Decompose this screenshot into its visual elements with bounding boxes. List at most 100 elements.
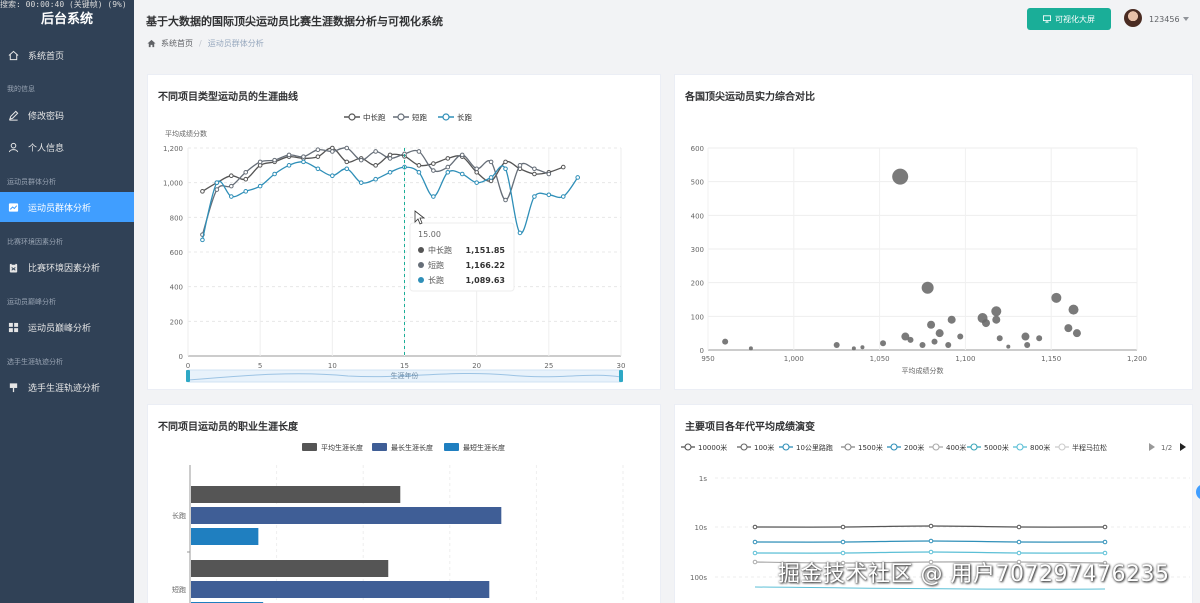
- sidebar-group-label: 我的信息: [7, 85, 35, 93]
- sidebar-item-peak[interactable]: 运动员巅峰分析: [0, 312, 134, 342]
- bar: [191, 486, 401, 503]
- data-point: [928, 549, 934, 555]
- x-tick-label: 1,100: [955, 355, 975, 363]
- data-point: [840, 550, 846, 556]
- data-point: [1102, 524, 1108, 530]
- legend-swatch-marker: [890, 443, 898, 451]
- scatter-point: [907, 336, 914, 343]
- data-point: [214, 187, 220, 192]
- scatter-point: [1072, 329, 1081, 338]
- breadcrumb-home[interactable]: 系统首页: [161, 38, 193, 49]
- recording-overlay-text: 搜索: 00:00:40 (关键帧) (9%): [0, 0, 127, 9]
- bar: [191, 507, 502, 524]
- y-tick-label: 1,200: [163, 145, 183, 153]
- legend-prev-page-icon: [1149, 443, 1155, 451]
- bar: [191, 560, 389, 577]
- data-point: [928, 538, 934, 544]
- edit-icon: [9, 110, 19, 121]
- series-line-2: [201, 147, 550, 235]
- y-tick-label: 1,000: [163, 180, 183, 188]
- zoom-slider-label: 生涯年份: [391, 371, 419, 380]
- scatter-point: [748, 346, 753, 351]
- data-point: [517, 230, 523, 236]
- data-point: [286, 152, 292, 158]
- caret-down-icon[interactable]: [1183, 17, 1189, 21]
- data-point: [1102, 550, 1108, 556]
- sidebar-item-change-password[interactable]: 修改密码: [0, 100, 134, 130]
- sidebar-item-home[interactable]: 系统首页: [0, 40, 134, 70]
- scatter-point: [921, 281, 934, 294]
- data-point: [503, 197, 508, 203]
- data-point: [928, 523, 934, 529]
- data-point: [272, 171, 277, 177]
- mouse-cursor-icon: [414, 210, 426, 225]
- data-point: [330, 173, 335, 179]
- data-point: [445, 156, 451, 161]
- watermark: 掘金技术社区 @ 用户707297476235: [778, 562, 1170, 587]
- legend-label: 800米: [1030, 443, 1050, 452]
- big-screen-button[interactable]: 可视化大屏: [1027, 8, 1111, 30]
- data-point: [431, 168, 436, 173]
- scatter-point: [860, 345, 865, 350]
- y-tick-label: 100s: [690, 574, 707, 582]
- y-tick-label: 短跑: [172, 585, 186, 594]
- career-length-chart[interactable]: 平均生涯长度 最长生涯长度 最短生涯长度长跑短跑: [148, 405, 662, 603]
- data-point: [1102, 539, 1108, 545]
- sidebar-item-trajectory[interactable]: 选手生涯轨迹分析: [0, 372, 134, 402]
- tooltip-value: 1,089.63: [466, 276, 505, 285]
- data-point: [373, 176, 378, 182]
- tooltip-marker: [418, 247, 424, 253]
- bar: [191, 528, 259, 545]
- tooltip-series-name: 中长跑: [428, 245, 452, 255]
- data-point: [1016, 539, 1022, 545]
- data-point: [503, 159, 508, 165]
- data-point: [546, 171, 552, 177]
- x-tick-label: 1,150: [1041, 355, 1061, 363]
- data-point: [229, 194, 234, 199]
- legend-label: 5000米: [984, 443, 1009, 452]
- legend-label: 10公里路跑: [796, 443, 833, 452]
- x-tick-label: 20: [472, 362, 481, 370]
- legend-swatch-marker: [348, 113, 356, 121]
- grid-icon: [8, 322, 19, 332]
- career-curve-chart[interactable]: 中长跑 短跑 长跑平均成绩分数02004006008001,0001,2000 5 10…: [148, 75, 662, 391]
- data-point: [373, 149, 378, 154]
- data-point: [445, 169, 451, 175]
- country-scatter-chart[interactable]: 0 100 200 300 400 500 600 950 1,000 1,050 1,100 1,1…: [675, 75, 1194, 391]
- legend-label: 长跑: [457, 112, 472, 122]
- data-point: [431, 194, 436, 199]
- settings-toggle-button[interactable]: [1196, 484, 1200, 500]
- data-point: [243, 176, 249, 182]
- sidebar-item-profile[interactable]: 个人信息: [0, 132, 134, 162]
- data-point: [243, 169, 249, 175]
- data-point: [373, 163, 378, 168]
- legend-swatch-marker: [932, 443, 940, 451]
- scatter-point: [992, 315, 1001, 324]
- zoom-slider-handle-right: [619, 370, 623, 382]
- y-tick-label: 400: [691, 212, 704, 220]
- data-point: [488, 175, 494, 180]
- sidebar-item-label: 运动员群体分析: [28, 203, 92, 214]
- avatar[interactable]: [1124, 9, 1142, 27]
- username[interactable]: 123456: [1149, 15, 1180, 24]
- data-point: [503, 166, 508, 172]
- data-point: [387, 169, 393, 175]
- legend-swatch-marker: [970, 443, 978, 451]
- scatter-point: [931, 338, 938, 345]
- legend-swatch-marker: [397, 113, 405, 121]
- sidebar-item-environment[interactable]: 比赛环境因素分析: [0, 252, 134, 282]
- legend-label: 中长跑: [363, 112, 386, 122]
- data-point: [532, 166, 537, 172]
- data-point: [459, 152, 465, 158]
- x-tick-label: 15: [400, 362, 409, 370]
- data-point: [243, 189, 249, 194]
- sidebar-item-group-analysis[interactable]: 运动员群体分析: [0, 192, 134, 222]
- data-point: [200, 237, 205, 243]
- data-point: [532, 171, 537, 177]
- y-tick-label: 400: [170, 284, 183, 292]
- sidebar: 搜索: 00:00:40 (关键帧) (9%) 后台系统 系统首页 我的信息 修…: [0, 0, 134, 603]
- scatter-point: [851, 346, 856, 351]
- data-point: [344, 159, 350, 165]
- data-point: [840, 524, 846, 530]
- legend-label: 200米: [904, 443, 924, 452]
